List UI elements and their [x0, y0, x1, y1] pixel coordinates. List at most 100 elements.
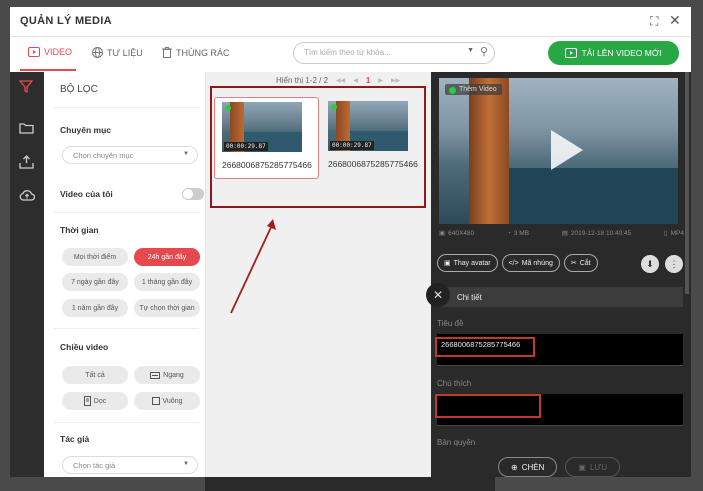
chevron-down-icon: ▼: [183, 151, 189, 157]
divider: [54, 328, 199, 329]
my-videos-toggle[interactable]: [182, 188, 204, 200]
chevron-down-icon[interactable]: ▼: [467, 47, 474, 54]
video-meta: ▣ 640X480 ◔ 3 MB ▤ 2019-12-18 10:40:45 ▯ MP4: [439, 229, 684, 238]
details-label: Chi tiết: [456, 292, 482, 302]
orientation-horizontal[interactable]: Ngang: [134, 366, 200, 384]
upload-video-label: TẢI LÊN VIDEO MỚI: [581, 48, 662, 58]
time-option-1year[interactable]: 1 năm gần đây: [62, 299, 128, 317]
globe-icon: [92, 47, 103, 58]
author-placeholder: Chọn tác giả: [73, 461, 116, 470]
author-select[interactable]: Chọn tác giả ▼: [62, 456, 198, 474]
close-preview-icon[interactable]: ✕: [426, 283, 450, 307]
orientation-all[interactable]: Tất cả: [62, 366, 128, 384]
embed-code-button[interactable]: </> Mã nhúng: [501, 254, 560, 272]
resolution: ▣ 640X480: [439, 229, 474, 238]
video-tag: Thêm Video: [445, 84, 502, 95]
video-duration: 00:00:29.87: [330, 141, 374, 150]
save-label: LƯU: [589, 462, 607, 472]
author-label: Tác giả: [60, 434, 90, 444]
insert-label: CHÈN: [521, 462, 545, 472]
expand-icon[interactable]: ⛶: [650, 14, 658, 29]
video-card[interactable]: 00:00:29.87 2668006875285775466: [321, 97, 426, 179]
plus-circle-icon: ⊕: [511, 462, 518, 472]
category-select[interactable]: Chọn chuyên mục ▼: [62, 146, 198, 164]
upload-video-button[interactable]: TẢI LÊN VIDEO MỚI: [548, 41, 679, 65]
last-page-icon[interactable]: ▶▶: [391, 77, 400, 84]
first-page-icon[interactable]: ◀◀: [336, 77, 345, 84]
play-icon[interactable]: [551, 130, 583, 170]
video-icon: [565, 48, 578, 58]
active-tab-indicator: [20, 69, 76, 71]
video-player[interactable]: Thêm Video: [439, 78, 678, 224]
left-rail: [10, 72, 44, 477]
orientation-vertical[interactable]: Dọc: [62, 392, 128, 410]
close-icon[interactable]: ✕: [669, 12, 681, 29]
next-page-icon[interactable]: ▶: [378, 77, 383, 84]
save-button[interactable]: ▣ LƯU: [565, 457, 620, 477]
video-name: 2668006875285775466: [328, 159, 418, 169]
pager-summary: Hiển thị 1-2 / 2: [276, 76, 329, 85]
video-tag-label: Thêm Video: [459, 86, 497, 93]
filter-panel: BỘ LỌC Chuyên mục Chọn chuyên mục ▼ Vide…: [44, 72, 238, 477]
preview-panel: Thêm Video ▣ 640X480 ◔ 3 MB ▤ 2019-12-18 10…: [431, 72, 691, 477]
cloud-upload-icon[interactable]: [19, 189, 35, 201]
status-dot: [225, 105, 231, 111]
file-icon: ▯: [664, 230, 668, 237]
upload-date: ▤ 2019-12-18 10:40:45: [561, 229, 632, 238]
divider: [54, 107, 199, 108]
divider: [54, 212, 199, 213]
square-icon: [151, 397, 160, 405]
folder-icon[interactable]: [19, 122, 34, 134]
upload-stack-icon[interactable]: [19, 155, 34, 169]
insert-button[interactable]: ⊕ CHÈN: [498, 457, 558, 477]
orientation-label: Chiều video: [60, 342, 109, 352]
video-thumbnail: 00:00:29.87: [328, 101, 408, 151]
video-card[interactable]: 00:00:29.87 2668006875285775466: [214, 97, 319, 179]
preview-scrollbar[interactable]: [685, 72, 689, 294]
code-icon: </>: [508, 259, 519, 267]
time-option-custom[interactable]: Tự chọn thời gian: [134, 299, 200, 317]
search-placeholder: Tìm kiếm theo từ khóa...: [304, 48, 391, 57]
orientation-square[interactable]: Vuông: [134, 392, 200, 410]
calendar-icon: ▤: [561, 230, 568, 237]
prev-page-icon[interactable]: ◀: [353, 77, 358, 84]
my-videos-label: Video của tôi: [60, 189, 113, 199]
cut-button[interactable]: ✂ Cắt: [563, 254, 598, 272]
status-dot: [449, 87, 456, 94]
dialog-header: QUẢN LÝ MEDIA ⛶ ✕: [10, 7, 691, 37]
orientation-square-label: Vuông: [162, 397, 183, 405]
more-options-icon[interactable]: ⋮: [665, 255, 683, 273]
time-option-24h[interactable]: 24h gần đây: [134, 248, 200, 266]
status-dot: [331, 104, 337, 110]
orientation-horizontal-label: Ngang: [163, 371, 184, 379]
search-input[interactable]: Tìm kiếm theo từ khóa... ▼ ⚲: [293, 42, 495, 64]
change-avatar-button[interactable]: ▣ Thay avatar: [437, 254, 498, 272]
tab-thung-rac[interactable]: THÙNG RÁC: [162, 47, 230, 58]
scissors-icon: ✂: [570, 260, 577, 267]
image-icon: ▣: [444, 260, 451, 267]
tab-tu-lieu[interactable]: TƯ LIỆU: [92, 47, 143, 58]
time-option-7days[interactable]: 7 ngày gần đây: [62, 273, 128, 291]
preview-actions: ▣ Thay avatar </> Mã nhúng ✂ Cắt: [437, 254, 598, 274]
current-page[interactable]: 1: [366, 76, 370, 85]
title-label: Tiêu đề: [437, 319, 464, 328]
pager: Hiển thị 1-2 / 2 ◀◀ ◀ 1 ▶ ▶▶: [276, 76, 400, 85]
search-icon[interactable]: ⚲: [480, 45, 488, 58]
file-format: ▯ MP4: [664, 229, 684, 238]
preview-footer: ⊕ CHÈN ▣ LƯU: [498, 457, 620, 477]
save-icon: ▣: [578, 462, 586, 472]
caption-label: Chú thích: [437, 379, 472, 388]
chevron-down-icon: ▼: [183, 461, 189, 467]
category-label: Chuyên mục: [60, 125, 112, 135]
time-option-all[interactable]: Mọi thời điểm: [62, 248, 128, 266]
divider: [54, 422, 199, 423]
time-option-1month[interactable]: 1 tháng gần đây: [134, 273, 200, 291]
video-pool: [509, 168, 678, 224]
filter-icon[interactable]: [19, 80, 33, 93]
upload-date-value: 2019-12-18 10:40:45: [570, 229, 632, 237]
tab-video[interactable]: VIDEO: [28, 47, 72, 57]
details-section-header[interactable]: ▼ Chi tiết: [437, 287, 683, 307]
cut-label: Cắt: [579, 259, 591, 267]
filter-title: BỘ LỌC: [60, 84, 98, 95]
download-icon[interactable]: ⬇: [641, 255, 659, 273]
